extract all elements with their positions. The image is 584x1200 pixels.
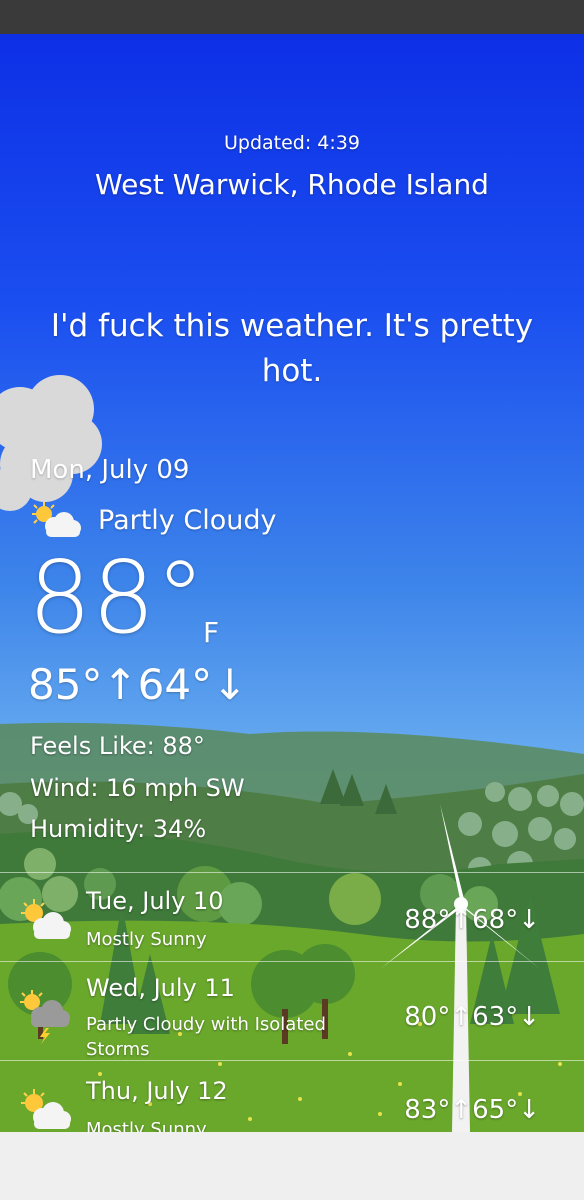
current-condition: Partly Cloudy [98, 504, 277, 536]
humidity: Humidity: 34% [30, 815, 207, 843]
current-temperature: 88° [28, 539, 206, 656]
forecast-temperature: 83°↑65°↓ [404, 1095, 540, 1125]
wind-speed: Wind: 16 mph SW [30, 774, 245, 802]
cloud-illustration [0, 375, 102, 511]
temperature-unit: F [203, 616, 220, 649]
forecast-day: Wed, July 11 [86, 974, 235, 1002]
partly-cloudy-icon [32, 502, 81, 537]
high-low-temperature: 85°↑64°↓ [28, 660, 248, 709]
forecast-condition: Partly Cloudy with Isolated Storms [86, 1014, 326, 1060]
weather-quip: I'd fuck this weather. It's pretty hot. [50, 308, 534, 389]
forecast-row-tue[interactable]: Tue, July 10 Mostly Sunny 88°↑68°↓ [0, 873, 584, 961]
mostly-sunny-icon [21, 1089, 71, 1129]
forecast-row-thu[interactable]: Thu, July 12 Mostly Sunny 83°↑65°↓ [0, 1061, 584, 1132]
feels-like: Feels Like: 88° [30, 732, 205, 760]
status-bar [0, 0, 584, 34]
mostly-sunny-icon [21, 899, 71, 939]
storm-icon [20, 990, 70, 1044]
forecast-condition: Mostly Sunny [86, 929, 207, 950]
weather-scene: Updated: 4:39 West Warwick, Rhode Island… [0, 34, 584, 1132]
forecast-temperature: 80°↑63°↓ [404, 1002, 540, 1032]
current-condition-row: Partly Cloudy [28, 498, 276, 542]
bottom-area [0, 1132, 584, 1200]
updated-time: Updated: 4:39 [224, 132, 360, 154]
forecast-day: Thu, July 12 [86, 1077, 228, 1105]
forecast-row-wed[interactable]: Wed, July 11 Partly Cloudy with Isolated… [0, 962, 584, 1060]
forecast-day: Tue, July 10 [86, 887, 224, 915]
location-name: West Warwick, Rhode Island [95, 168, 489, 201]
current-date: Mon, July 09 [30, 455, 190, 485]
forecast-temperature: 88°↑68°↓ [404, 905, 540, 935]
forecast-condition: Mostly Sunny [86, 1119, 207, 1132]
